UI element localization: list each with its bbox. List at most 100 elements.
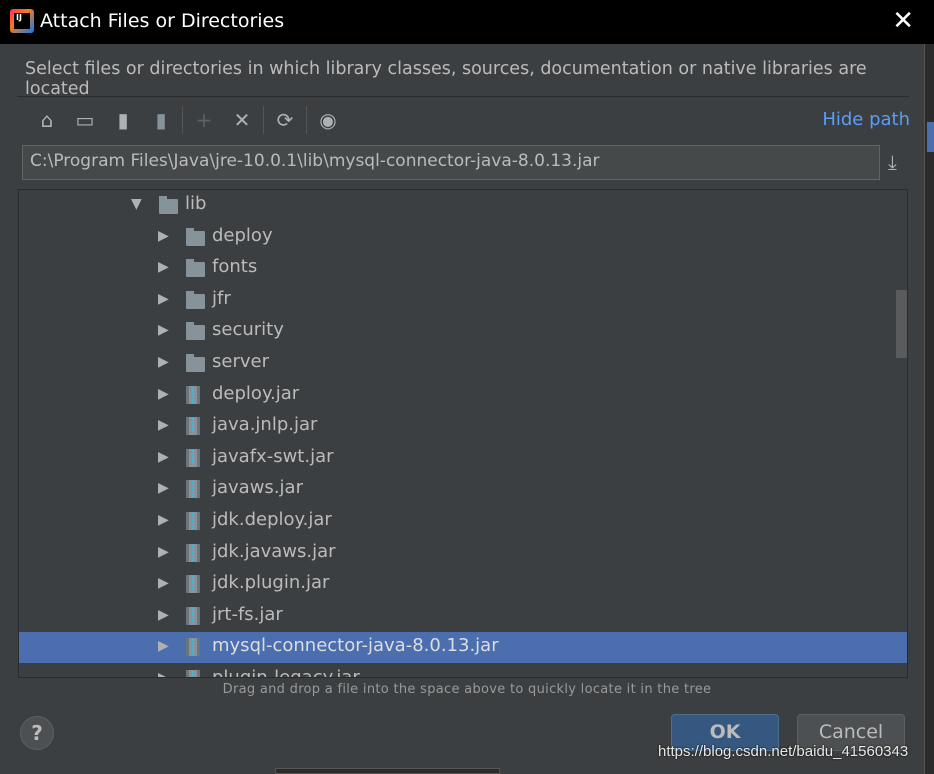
jar-archive-icon bbox=[186, 606, 200, 625]
module-folder-icon: ▮ bbox=[155, 108, 167, 132]
drag-drop-hint: Drag and drop a file into the space abov… bbox=[222, 682, 712, 697]
folder-icon bbox=[186, 259, 205, 278]
tree-item-label: lib bbox=[185, 193, 207, 214]
help-button[interactable]: ? bbox=[20, 716, 54, 750]
jar-archive-icon bbox=[186, 480, 200, 499]
tree-item-label: deploy bbox=[212, 224, 273, 246]
chevron-right-icon[interactable]: ▶ bbox=[158, 386, 169, 402]
delete-icon: ✕ bbox=[233, 108, 251, 132]
chevron-right-icon[interactable]: ▶ bbox=[158, 607, 169, 623]
jar-archive-icon bbox=[186, 448, 200, 467]
tree-item-label: jrt-fs.jar bbox=[212, 603, 283, 625]
chevron-right-icon[interactable]: ▶ bbox=[158, 259, 169, 275]
chevron-right-icon[interactable]: ▶ bbox=[158, 670, 169, 677]
scrollbar[interactable] bbox=[896, 290, 907, 358]
background-window-edge bbox=[924, 44, 934, 774]
chevron-right-icon[interactable]: ▶ bbox=[158, 291, 169, 307]
download-icon[interactable]: ⤓ bbox=[888, 150, 897, 174]
new-folder-icon: + bbox=[195, 108, 213, 132]
chevron-right-icon[interactable]: ▶ bbox=[158, 322, 169, 338]
project-folder-icon: ▮ bbox=[117, 108, 129, 132]
home-icon: ⌂ bbox=[40, 108, 54, 132]
toolbar-separator bbox=[182, 106, 183, 134]
jar-archive-icon bbox=[186, 385, 200, 404]
toolbar-separator bbox=[306, 106, 307, 134]
tree-item-label: plugin-legacy.jar bbox=[212, 667, 360, 678]
tree-item[interactable]: ▶ javaws.jar bbox=[19, 474, 907, 505]
tree-item[interactable]: ▶ jdk.deploy.jar bbox=[19, 506, 907, 537]
tree-item-label: server bbox=[212, 351, 269, 372]
hide-path-link[interactable]: Hide path bbox=[822, 109, 910, 130]
tree-item[interactable]: ▶ jdk.javaws.jar bbox=[19, 538, 907, 569]
toolbar: ⌂ ▭ ▮ ▮ + ✕ ⟳ ◉ bbox=[28, 106, 347, 134]
chevron-right-icon[interactable]: ▶ bbox=[158, 228, 169, 244]
toolbar-separator bbox=[263, 106, 264, 134]
close-icon[interactable]: ✕ bbox=[892, 6, 914, 36]
jar-archive-icon bbox=[186, 638, 200, 657]
module-folder-button[interactable]: ▮ bbox=[142, 106, 180, 134]
desktop-icon: ▭ bbox=[75, 108, 95, 132]
folder-icon bbox=[186, 227, 205, 246]
chevron-down-icon[interactable]: ▼ bbox=[131, 196, 142, 212]
title-bar: IJ Attach Files or Directories ✕ bbox=[0, 0, 934, 44]
tree-item-label: jdk.deploy.jar bbox=[212, 509, 332, 530]
tree-item[interactable]: ▶ deploy bbox=[19, 222, 907, 253]
path-input[interactable]: C:\Program Files\Java\jre-10.0.1\lib\mys… bbox=[22, 145, 880, 180]
tree-item-label: jdk.plugin.jar bbox=[212, 572, 330, 594]
jar-archive-icon bbox=[186, 417, 200, 436]
tree-item-label: fonts bbox=[212, 256, 258, 278]
tree-item-label: javaws.jar bbox=[212, 477, 303, 499]
show-hidden-button[interactable]: ◉ bbox=[309, 106, 347, 134]
jar-archive-icon bbox=[186, 543, 200, 562]
tree-item-label: security bbox=[212, 319, 284, 341]
delete-button[interactable]: ✕ bbox=[223, 106, 261, 134]
tree-item-label: deploy.jar bbox=[212, 382, 300, 404]
tree-item-label: javafx-swt.jar bbox=[212, 445, 334, 467]
chevron-right-icon[interactable]: ▶ bbox=[158, 417, 169, 433]
divider bbox=[17, 96, 909, 97]
chevron-right-icon[interactable]: ▶ bbox=[158, 575, 169, 591]
jar-archive-icon bbox=[186, 512, 200, 530]
chevron-right-icon[interactable]: ▶ bbox=[158, 638, 169, 654]
new-folder-button[interactable]: + bbox=[185, 106, 223, 134]
tree-item[interactable]: ▶ javafx-swt.jar bbox=[19, 443, 907, 474]
jar-archive-icon bbox=[186, 575, 200, 594]
dialog-description: Select files or directories in which lib… bbox=[25, 59, 867, 99]
tree-item-label: java.jnlp.jar bbox=[212, 414, 318, 436]
folder-icon bbox=[159, 196, 178, 214]
watermark: https://blog.csdn.net/baidu_41560343 bbox=[658, 743, 909, 760]
refresh-button[interactable]: ⟳ bbox=[266, 106, 304, 134]
background-bar bbox=[275, 768, 500, 774]
tree-item[interactable]: ▶ security bbox=[19, 316, 907, 347]
chevron-right-icon[interactable]: ▶ bbox=[158, 354, 169, 370]
tree-item-label: jfr bbox=[212, 287, 231, 309]
tree-item[interactable]: ▶ jfr bbox=[19, 285, 907, 316]
tree-item[interactable]: ▶ mysql-connector-java-8.0.13.jar bbox=[19, 632, 907, 664]
tree-item[interactable]: ▶ server bbox=[19, 348, 907, 379]
folder-icon bbox=[186, 290, 205, 309]
tree-item-label: jdk.javaws.jar bbox=[212, 540, 336, 562]
desktop-button[interactable]: ▭ bbox=[66, 106, 104, 134]
folder-icon bbox=[186, 322, 205, 341]
refresh-icon: ⟳ bbox=[276, 108, 294, 132]
home-button[interactable]: ⌂ bbox=[28, 106, 66, 134]
intellij-logo-icon: IJ bbox=[10, 9, 34, 33]
jar-archive-icon bbox=[186, 670, 200, 677]
tree-item[interactable]: ▼ lib bbox=[19, 190, 907, 221]
file-tree[interactable]: ▶ plugin-legacy.jar ▶ mysql-connector-java-… bbox=[18, 189, 908, 678]
chevron-right-icon[interactable]: ▶ bbox=[158, 512, 169, 528]
chevron-right-icon[interactable]: ▶ bbox=[158, 544, 169, 560]
tree-item[interactable]: ▶ fonts bbox=[19, 253, 907, 284]
project-folder-button[interactable]: ▮ bbox=[104, 106, 142, 134]
chevron-right-icon[interactable]: ▶ bbox=[158, 480, 169, 496]
tree-item[interactable]: ▶ jrt-fs.jar bbox=[19, 601, 907, 632]
tree-item[interactable]: ▶ jdk.plugin.jar bbox=[19, 569, 907, 600]
show-hidden-icon: ◉ bbox=[319, 108, 337, 132]
chevron-right-icon[interactable]: ▶ bbox=[158, 449, 169, 465]
tree-item[interactable]: ▶ plugin-legacy.jar bbox=[19, 664, 907, 678]
window-title: Attach Files or Directories bbox=[40, 10, 285, 32]
tree-item[interactable]: ▶ deploy.jar bbox=[19, 380, 907, 411]
tree-item[interactable]: ▶ java.jnlp.jar bbox=[19, 411, 907, 442]
tree-item-label: mysql-connector-java-8.0.13.jar bbox=[212, 635, 499, 657]
folder-icon bbox=[186, 354, 205, 372]
